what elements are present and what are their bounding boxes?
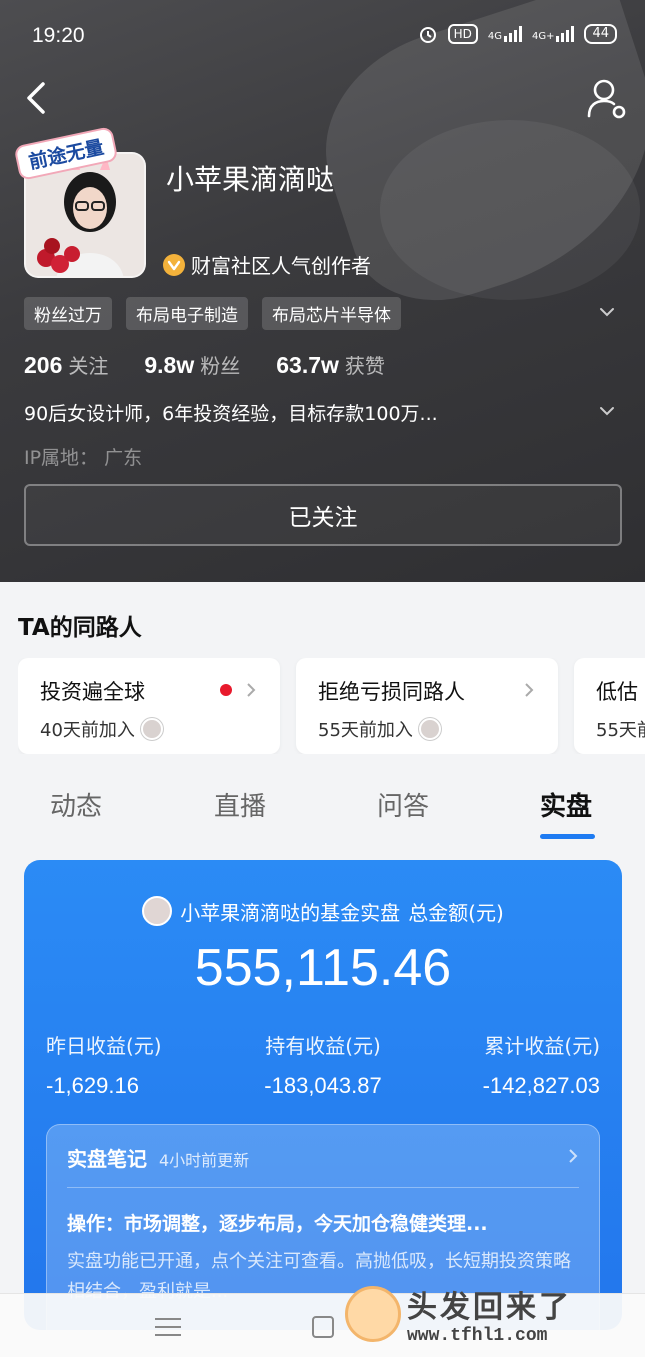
signal-4gplus-icon: 4G+	[532, 26, 575, 42]
notes-header: 实盘笔记 4小时前更新	[67, 1143, 249, 1172]
avatar	[140, 718, 163, 740]
watermark-url: www.tfhl1.com	[407, 1326, 548, 1346]
metric-value: -142,827.03	[482, 1073, 601, 1098]
companion-joined: 55天前加入	[318, 720, 413, 741]
notes-title: 实盘笔记	[67, 1147, 147, 1171]
chevron-right-icon	[525, 683, 534, 697]
metric-label: 昨日收益(元)	[46, 1034, 162, 1058]
tab-dynamic[interactable]: 动态	[50, 786, 102, 823]
companion-card[interactable]: 低估 55天前加入	[574, 658, 645, 754]
portfolio-title: 小苹果滴滴哒的基金实盘 总金额(元)	[24, 896, 622, 926]
companion-joined: 55天前加入	[596, 720, 645, 741]
metric-holding: 持有收益(元) -183,043.87	[231, 1030, 416, 1099]
profile-stats: 206 关注 9.8w 粉丝 63.7w 获赞	[24, 350, 385, 379]
companion-name: 投资遍全球	[40, 680, 145, 704]
watermark-logo-icon	[345, 1286, 401, 1342]
metric-value: -1,629.16	[46, 1073, 139, 1098]
profile-tags: 粉丝过万 布局电子制造 布局芯片半导体	[24, 297, 401, 330]
signal-4g-icon: 4G	[488, 26, 522, 42]
status-bar: 19:20 HD 4G 4G+ 44	[0, 0, 645, 72]
chevron-down-icon[interactable]	[597, 302, 617, 322]
header-background-decoration	[380, 120, 640, 300]
ip-location: IP属地： 广东	[24, 447, 143, 469]
companion-name: 低估	[596, 680, 638, 704]
verified-icon	[163, 253, 185, 276]
hd-icon: HD	[447, 24, 478, 44]
avatar	[142, 896, 173, 926]
battery-icon: 44	[584, 24, 617, 44]
chevron-right-icon	[247, 683, 256, 697]
watermark-title: 头发回来了	[407, 1291, 572, 1324]
stat-followers[interactable]: 9.8w 粉丝	[144, 350, 240, 379]
portfolio-metrics: 昨日收益(元) -1,629.16 持有收益(元) -183,043.87 累计…	[24, 1030, 622, 1099]
metric-label: 持有收益(元)	[265, 1034, 381, 1058]
home-icon[interactable]	[312, 1316, 334, 1338]
creator-badge: 财富社区人气创作者	[163, 250, 371, 279]
companion-meta: 55天前加入	[318, 716, 441, 742]
profile-tabs: 动态 直播 问答 实盘	[0, 778, 645, 840]
companion-card[interactable]: 投资遍全球 40天前加入	[18, 658, 280, 754]
metric-cumulative: 累计收益(元) -142,827.03	[415, 1030, 622, 1099]
companion-joined: 40天前加入	[40, 720, 135, 741]
divider	[67, 1187, 579, 1188]
profile-tag[interactable]: 布局芯片半导体	[262, 297, 401, 330]
portfolio-card[interactable]: 小苹果滴滴哒的基金实盘 总金额(元) 555,115.46 昨日收益(元) -1…	[24, 860, 622, 1330]
companion-meta: 55天前加入	[596, 716, 645, 742]
watermark-text: 头发回来了 www.tfhl1.com	[407, 1282, 572, 1346]
profile-header: 19:20 HD 4G 4G+ 44 前途无量 小苹果滴滴哒 财富社区人气创作者…	[0, 0, 645, 582]
companions-list[interactable]: 投资遍全球 40天前加入 拒绝亏损同路人 55天前加入 低估 55天前加入	[18, 658, 645, 754]
portfolio-amount-label: 总金额(元)	[408, 900, 504, 925]
notes-updated: 4小时前更新	[159, 1151, 250, 1170]
status-icons: HD 4G 4G+ 44	[418, 24, 617, 44]
avatar	[418, 718, 441, 740]
companion-meta: 40天前加入	[40, 716, 163, 742]
avatar-sticker: 前途无量	[10, 125, 160, 182]
tab-portfolio[interactable]: 实盘	[540, 786, 592, 823]
profile-nickname: 小苹果滴滴哒	[166, 164, 335, 195]
metric-label: 累计收益(元)	[484, 1034, 601, 1058]
profile-bio: 90后女设计师，6年投资经验，目标存款100万...	[24, 403, 438, 425]
metric-yesterday: 昨日收益(元) -1,629.16	[24, 1030, 231, 1099]
companion-name: 拒绝亏损同路人	[318, 680, 465, 704]
companions-title: TA的同路人	[18, 615, 142, 641]
stat-following[interactable]: 206 关注	[24, 350, 108, 379]
follow-button[interactable]: 已关注	[24, 484, 622, 546]
profile-tag[interactable]: 布局电子制造	[126, 297, 248, 330]
tab-qa[interactable]: 问答	[377, 786, 429, 823]
notes-operation: 操作：市场调整，逐步布局，今天加仓稳健类理...	[67, 1213, 488, 1235]
creator-title: 财富社区人气创作者	[191, 254, 371, 278]
tab-live[interactable]: 直播	[214, 786, 266, 823]
user-settings-icon[interactable]	[585, 76, 629, 120]
back-arrow-icon[interactable]	[18, 78, 58, 118]
chevron-right-icon[interactable]	[567, 1147, 579, 1165]
watermark: 头发回来了 www.tfhl1.com	[345, 1282, 572, 1346]
avatar-sticker-label: 前途无量	[13, 125, 119, 182]
stat-likes[interactable]: 63.7w 获赞	[276, 350, 385, 379]
status-time: 19:20	[32, 24, 85, 47]
portfolio-name: 小苹果滴滴哒的基金实盘	[180, 900, 401, 925]
portfolio-amount: 555,115.46	[194, 939, 452, 997]
menu-icon[interactable]	[155, 1316, 181, 1338]
metric-value: -183,043.87	[264, 1073, 382, 1098]
companion-card[interactable]: 拒绝亏损同路人 55天前加入	[296, 658, 558, 754]
chevron-down-icon[interactable]	[597, 401, 617, 421]
profile-tag[interactable]: 粉丝过万	[24, 297, 112, 330]
active-tab-indicator	[540, 834, 595, 839]
new-dot	[220, 684, 232, 696]
alarm-icon	[419, 27, 436, 43]
